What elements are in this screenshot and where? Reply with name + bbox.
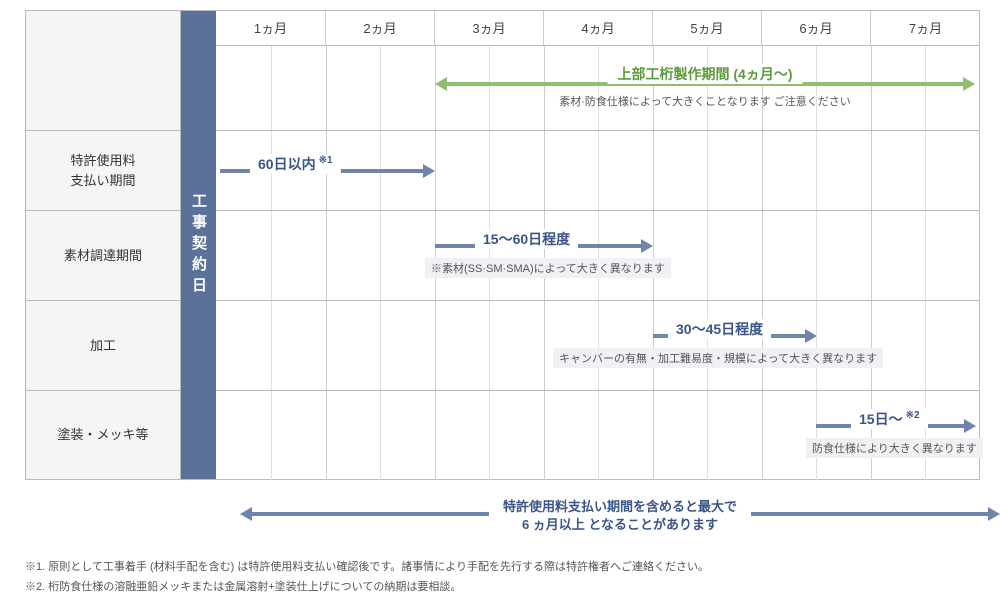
month-1: 1ヵ月 [216,11,326,46]
footnotes: ※1. 原則として工事着手 (材料手配を含む) は特許使用料支払い確認後です。諸… [25,558,709,598]
header-row: 1ヵ月 2ヵ月 3ヵ月 4ヵ月 5ヵ月 6ヵ月 7ヵ月 [26,11,979,46]
chart-grid: 1ヵ月 2ヵ月 3ヵ月 4ヵ月 5ヵ月 6ヵ月 7ヵ月 工事契約日 [25,10,980,480]
summary-arrow: 特許使用料支払い期間を含めると最大で 6 ヵ月以上 となることがあります [240,494,1000,534]
arrow-r4: 15日〜※2 防食仕様により大きく異なります [816,416,976,436]
header-label-blank [26,11,181,46]
arrow-r1: 60日以内※1 [220,161,435,181]
arrow-r3-label: 30〜45日程度 [668,319,771,339]
month-7: 7ヵ月 [871,11,980,46]
contract-day-label: 工事契約日 [188,193,209,298]
contract-day-column: 工事契約日 [181,11,216,479]
month-3: 3ヵ月 [435,11,544,46]
summary-text: 特許使用料支払い期間を含めると最大で 6 ヵ月以上 となることがあります [489,498,751,534]
arrow-r4-sub: 防食仕様により大きく異なります [806,438,983,458]
arrow-top-sub: 素材·防食仕様によって大きくことなります ご注意ください [553,91,857,111]
row4-label: 塗装・メッキ等 [26,391,181,479]
arrow-r2-sub: ※素材(SS·SM·SMA)によって大きく異なります [425,258,671,278]
month-5: 5ヵ月 [653,11,762,46]
arrow-r2: 15〜60日程度 ※素材(SS·SM·SMA)によって大きく異なります [435,236,653,256]
arrow-r4-label: 15日〜※2 [851,409,928,429]
month-4: 4ヵ月 [544,11,653,46]
row0-label [26,46,181,130]
footnote-2: ※2. 桁防食仕様の溶融亜鉛メッキまたは金属溶射+塗装仕上げについての納期は要相… [25,578,709,598]
row1-label: 特許使用料 支払い期間 [26,131,181,210]
gantt-chart: 1ヵ月 2ヵ月 3ヵ月 4ヵ月 5ヵ月 6ヵ月 7ヵ月 工事契約日 [25,10,980,480]
arrow-top-green: 上部工桁製作期間 (4ヵ月〜) 素材·防食仕様によって大きくことなります ご注意… [435,69,975,99]
arrow-top-label: 上部工桁製作期間 (4ヵ月〜) [608,64,803,84]
row1-label-l2: 支払い期間 [70,171,135,191]
month-2: 2ヵ月 [326,11,435,46]
row2-label: 素材調達期間 [26,211,181,300]
row-patent: 特許使用料 支払い期間 [26,131,979,211]
row-processing: 加工 [26,301,979,391]
arrow-r4-sup: ※2 [906,410,920,421]
row-material: 素材調達期間 [26,211,979,301]
row1-label-l1: 特許使用料 [70,151,135,171]
arrow-r2-label: 15〜60日程度 [475,229,578,249]
row3-label: 加工 [26,301,181,390]
arrow-r3-sub: キャンバーの有無・加工難易度・規模によって大きく異なります [553,348,883,368]
arrow-r3: 30〜45日程度 キャンバーの有無・加工難易度・規模によって大きく異なります [653,326,817,346]
arrow-r1-sup: ※1 [319,155,333,166]
footnote-1: ※1. 原則として工事着手 (材料手配を含む) は特許使用料支払い確認後です。諸… [25,558,709,578]
month-6: 6ヵ月 [762,11,871,46]
arrow-r1-label: 60日以内※1 [250,154,341,174]
